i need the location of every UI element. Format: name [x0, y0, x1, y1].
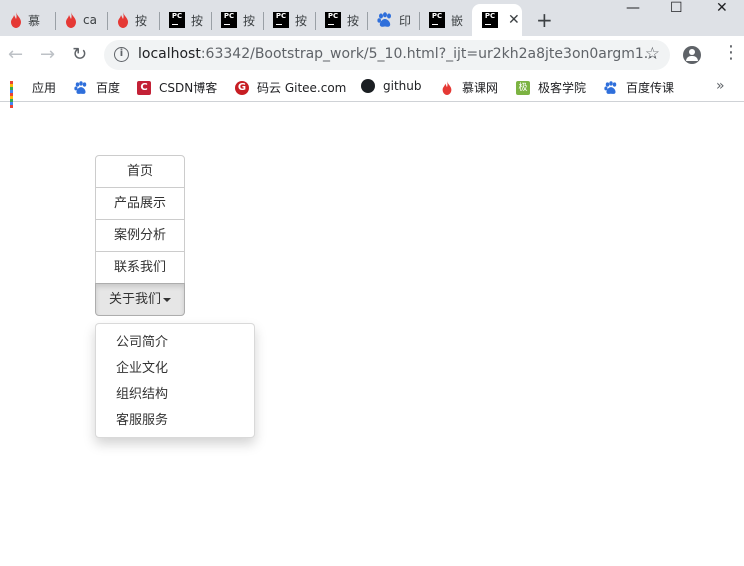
tab-label: 按 [295, 13, 308, 28]
nav-item-about-dropdown[interactable]: 关于我们 [95, 283, 185, 316]
nav-item-contact[interactable]: 联系我们 [95, 251, 185, 284]
baidu-paw-icon [377, 12, 391, 27]
tab-5[interactable]: PC 按 [211, 4, 255, 36]
tab-label: ca [83, 13, 97, 27]
nav-item-cases[interactable]: 案例分析 [95, 219, 185, 252]
bookmark-label: 慕课网 [462, 81, 499, 95]
tab-strip: 慕 ca 按 PC 按 PC 按 PC 按 PC 按 印 PC 嵌 PC ✕ +… [0, 0, 744, 36]
bookmarks-bar: 应用 百度 C CSDN博客 G 码云 Gitee.com github 慕课网… [0, 74, 744, 108]
tab-label: 嵌 [451, 13, 464, 28]
bookmark-csdn[interactable]: C CSDN博客 [137, 79, 217, 96]
bookmark-label: 极客学院 [538, 81, 587, 95]
geek-icon: 极 [516, 80, 530, 95]
tab-label: 印 [399, 13, 412, 28]
browser-toolbar: ← → ↻ i localhost:63342/Bootstrap_work/5… [0, 36, 744, 74]
bookmark-jikexueyuan[interactable]: 极 极客学院 [516, 79, 586, 96]
dropdown-item-culture[interactable]: 企业文化 [96, 356, 254, 382]
bookmark-label: 应用 [32, 81, 57, 95]
bookmark-apps[interactable]: 应用 [10, 79, 57, 108]
url-host: localhost [138, 46, 201, 62]
back-icon[interactable]: ← [8, 44, 23, 65]
url-rest: :63342/Bootstrap_work/5_10.html?_ijt=ur2… [200, 46, 658, 62]
forward-icon[interactable]: → [40, 44, 55, 65]
bookmark-label: 百度 [96, 81, 121, 95]
apps-grid-icon [10, 80, 24, 108]
pycharm-icon: PC [221, 12, 237, 28]
tab-6[interactable]: PC 按 [263, 4, 307, 36]
bookmark-github[interactable]: github [361, 79, 421, 93]
bookmark-label: github [383, 79, 422, 93]
reload-icon[interactable]: ↻ [72, 44, 87, 65]
flame-icon [442, 80, 452, 95]
caret-down-icon [163, 297, 171, 302]
bookmark-label: 码云 Gitee.com [257, 81, 347, 95]
nav-item-products[interactable]: 产品展示 [95, 187, 185, 220]
tab-label: 按 [135, 13, 148, 28]
info-icon[interactable]: i [114, 47, 129, 62]
dropdown-item-structure[interactable]: 组织结构 [96, 382, 254, 408]
bookmark-baidu-chuanke[interactable]: 百度传课 [604, 79, 674, 96]
baidu-paw-icon [74, 80, 87, 94]
new-tab-button[interactable]: + [536, 8, 553, 32]
pycharm-icon: PC [273, 12, 289, 28]
flame-icon [11, 12, 21, 28]
pycharm-icon: PC [482, 12, 498, 28]
tab-9[interactable]: PC 嵌 [419, 4, 463, 36]
bookmark-label: 百度传课 [626, 81, 675, 95]
tab-active[interactable]: PC ✕ [472, 4, 522, 36]
tab-8[interactable]: 印 [367, 4, 411, 36]
address-url[interactable]: localhost:63342/Bootstrap_work/5_10.html… [138, 46, 657, 62]
tab-3[interactable]: 按 [107, 4, 147, 36]
tab-label: 按 [347, 13, 360, 28]
tab-2[interactable]: ca [55, 4, 97, 36]
about-dropdown-menu: 公司简介 企业文化 组织结构 客服服务 [95, 323, 255, 438]
nav-item-home[interactable]: 首页 [95, 155, 185, 188]
tab-7[interactable]: PC 按 [315, 4, 359, 36]
pycharm-icon: PC [429, 12, 445, 28]
bookmark-imooc[interactable]: 慕课网 [440, 79, 498, 96]
bookmark-baidu[interactable]: 百度 [74, 79, 120, 96]
dropdown-item-company-profile[interactable]: 公司简介 [96, 330, 254, 356]
bookmarks-overflow-icon[interactable]: » [716, 78, 725, 94]
dropdown-item-service[interactable]: 客服服务 [96, 408, 254, 434]
dropdown-label: 关于我们 [108, 292, 161, 307]
minimize-icon[interactable]: — [626, 0, 640, 16]
gitee-icon: G [235, 80, 249, 95]
github-icon [361, 79, 375, 93]
flame-icon [66, 12, 76, 28]
pycharm-icon: PC [325, 12, 341, 28]
baidu-paw-icon [604, 80, 617, 94]
csdn-icon: C [137, 80, 151, 95]
tab-label: 慕 [28, 13, 41, 28]
tab-label: 按 [191, 13, 204, 28]
bookmark-label: CSDN博客 [159, 81, 218, 95]
tab-label: 按 [243, 13, 256, 28]
stacked-nav: 首页 产品展示 案例分析 联系我们 关于我们 [95, 155, 185, 316]
close-tab-icon[interactable]: ✕ [508, 12, 520, 28]
bookmark-star-icon[interactable]: ☆ [645, 44, 660, 64]
tab-4[interactable]: PC 按 [159, 4, 203, 36]
maximize-icon[interactable]: ☐ [670, 0, 683, 16]
more-menu-icon[interactable]: ⋮ [722, 44, 740, 62]
pycharm-icon: PC [169, 12, 185, 28]
bookmark-gitee[interactable]: G 码云 Gitee.com [235, 79, 346, 96]
tab-1[interactable]: 慕 [0, 4, 40, 36]
profile-avatar-icon[interactable] [683, 46, 701, 64]
window-close-icon[interactable]: ✕ [716, 0, 728, 16]
flame-icon [118, 12, 128, 28]
address-bar[interactable]: i localhost:63342/Bootstrap_work/5_10.ht… [104, 40, 670, 70]
